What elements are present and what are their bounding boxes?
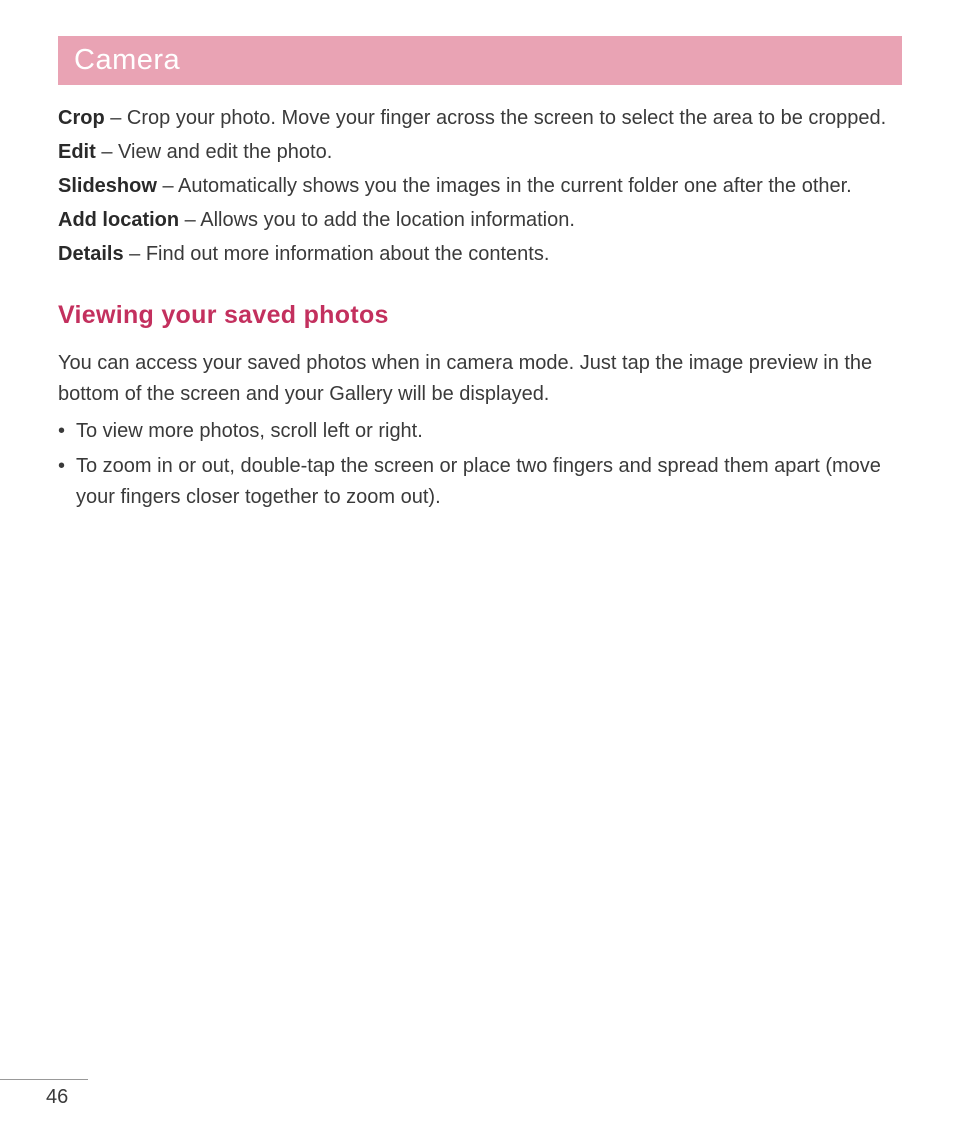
option-term: Add location <box>58 209 179 231</box>
list-item: To zoom in or out, double-tap the screen… <box>58 451 902 513</box>
list-item: To view more photos, scroll left or righ… <box>58 416 902 447</box>
option-term: Details <box>58 243 124 265</box>
header-bar: Camera <box>58 36 902 85</box>
option-edit: Edit – View and edit the photo. <box>58 137 902 167</box>
option-term: Edit <box>58 141 96 163</box>
footer-rule <box>0 1079 88 1080</box>
option-desc: – View and edit the photo. <box>96 141 332 163</box>
option-desc: – Allows you to add the location informa… <box>179 209 575 231</box>
option-add-location: Add location – Allows you to add the loc… <box>58 205 902 235</box>
option-desc: – Automatically shows you the images in … <box>157 175 852 197</box>
options-list: Crop – Crop your photo. Move your finger… <box>58 103 902 269</box>
option-crop: Crop – Crop your photo. Move your finger… <box>58 103 902 133</box>
subheading-viewing-saved-photos: Viewing your saved photos <box>58 301 902 330</box>
section-intro: You can access your saved photos when in… <box>58 348 902 410</box>
page-content: Camera Crop – Crop your photo. Move your… <box>0 0 954 557</box>
page-number: 46 <box>46 1086 954 1109</box>
option-details: Details – Find out more information abou… <box>58 239 902 269</box>
bullet-list: To view more photos, scroll left or righ… <box>58 416 902 513</box>
option-term: Crop <box>58 107 105 129</box>
page-footer: 46 <box>0 1079 954 1109</box>
option-desc: – Crop your photo. Move your finger acro… <box>105 107 887 129</box>
option-slideshow: Slideshow – Automatically shows you the … <box>58 171 902 201</box>
option-desc: – Find out more information about the co… <box>124 243 550 265</box>
option-term: Slideshow <box>58 175 157 197</box>
header-title: Camera <box>74 44 886 77</box>
